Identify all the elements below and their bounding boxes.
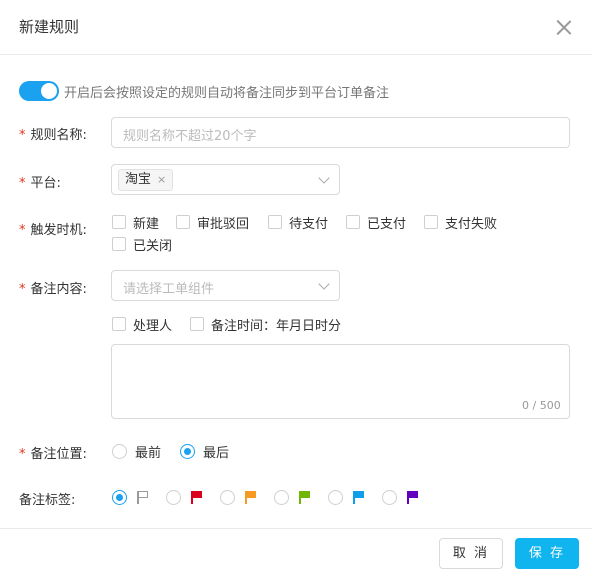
checkbox-label-closed: 已关闭 [133,239,173,254]
flag-outline-icon [137,491,148,504]
checkbox-label-pending-payment: 待支付 [289,217,329,232]
radio-flag-orange[interactable] [220,490,235,505]
position-label: * 备注位置: [19,447,87,462]
checkbox-new[interactable] [112,215,126,229]
content-component-select[interactable]: 请选择工单组件 [111,270,340,301]
rule-name-input[interactable]: 规则名称不超过20个字 [111,117,570,148]
rule-name-label: * 规则名称: [19,128,87,143]
radio-flag-purple[interactable] [382,490,397,505]
radio-flag-blue[interactable] [328,490,343,505]
save-button[interactable]: 保 存 [515,538,579,569]
radio-end[interactable] [180,444,195,459]
flag-purple-icon [407,491,418,504]
chevron-down-icon [318,278,330,290]
new-rule-dialog: 新建规则 开启后会按照设定的规则自动将备注同步到平台订单备注 * 规则名称: 规则… [0,0,592,580]
dialog-header: 新建规则 [0,0,592,55]
radio-label-front: 最前 [135,446,162,461]
checkbox-label-new: 新建 [133,217,160,232]
sync-toggle-switch[interactable] [19,81,59,101]
content-placeholder: 请选择工单组件 [123,282,215,297]
radio-flag-none[interactable] [112,490,127,505]
platform-label: * 平台: [19,176,61,191]
radio-front[interactable] [112,444,127,459]
checkbox-label-paid: 已支付 [367,217,407,232]
char-counter: 0 / 500 [522,399,561,412]
flag-red-icon [191,491,202,504]
radio-flag-red[interactable] [166,490,181,505]
content-label: * 备注内容: [19,282,87,297]
checkbox-payment-failed[interactable] [424,215,438,229]
trigger-label: * 触发时机: [19,223,87,238]
required-asterisk: * [19,223,26,238]
platform-tag-label: 淘宝 [125,172,152,187]
cancel-button[interactable]: 取 消 [439,538,503,569]
checkbox-label-rejected: 审批驳回 [197,217,250,232]
checkbox-note-time[interactable] [190,317,204,331]
checkbox-label-payment-failed: 支付失败 [445,217,498,232]
radio-label-end: 最后 [203,446,230,461]
checkbox-rejected[interactable] [176,215,190,229]
tag-remove-icon[interactable]: × [157,173,166,186]
toggle-knob [41,83,57,99]
required-asterisk: * [19,176,26,191]
radio-flag-green[interactable] [274,490,289,505]
required-asterisk: * [19,282,26,297]
checkbox-paid[interactable] [346,215,360,229]
required-asterisk: * [19,128,26,143]
content-textarea[interactable] [111,344,570,419]
flag-orange-icon [245,491,256,504]
toggle-description: 开启后会按照设定的规则自动将备注同步到平台订单备注 [64,86,390,101]
checkbox-label-handler: 处理人 [133,319,173,334]
close-icon[interactable] [554,17,574,37]
checkbox-closed[interactable] [112,237,126,251]
flag-blue-icon [353,491,364,504]
checkbox-handler[interactable] [112,317,126,331]
rule-name-placeholder: 规则名称不超过20个字 [123,129,257,144]
flag-green-icon [299,491,310,504]
checkbox-pending-payment[interactable] [268,215,282,229]
checkbox-label-note-time: 备注时间：年月日时分 [211,319,342,334]
chevron-down-icon [318,172,330,184]
required-asterisk: * [19,447,26,462]
dialog-title: 新建规则 [19,18,80,36]
note-tag-label: 备注标签: [19,493,76,508]
platform-tag: 淘宝 × [118,169,174,191]
dialog-footer [0,528,592,581]
